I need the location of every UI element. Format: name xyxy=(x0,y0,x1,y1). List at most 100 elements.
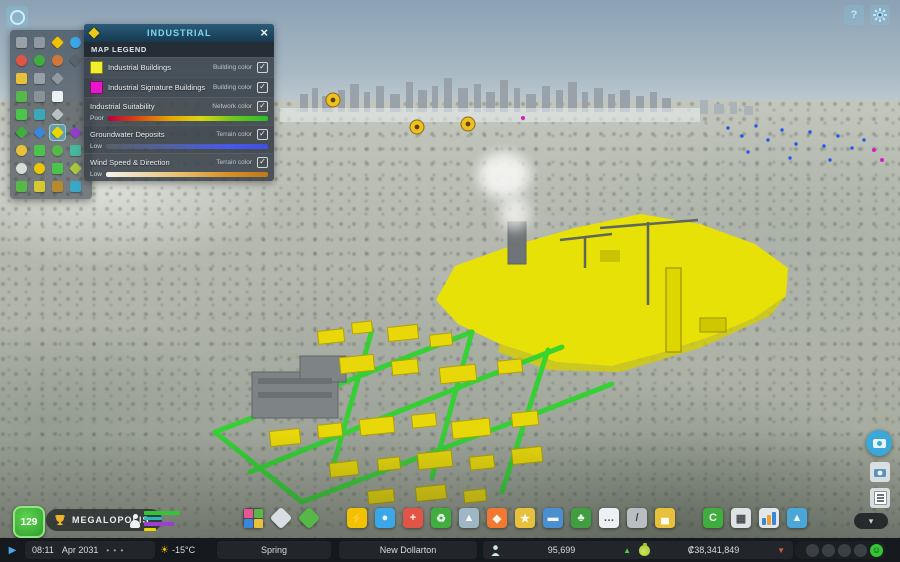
play-icon: ▶ xyxy=(9,545,17,556)
happiness-button[interactable]: ☺ xyxy=(870,544,883,557)
office-zones-infoview-button[interactable] xyxy=(68,125,83,140)
zoning-tool-button[interactable] xyxy=(243,508,263,528)
screenshot-button[interactable] xyxy=(870,462,890,482)
healthcare-service-button[interactable]: + xyxy=(403,508,423,528)
legend-checkbox[interactable]: ✓ xyxy=(257,62,268,73)
photo-mode-button[interactable] xyxy=(866,430,892,456)
natural-resources-infoview-button[interactable] xyxy=(68,53,83,68)
garbage-service-button[interactable]: ♻ xyxy=(431,508,451,528)
electricity-infoview-button[interactable] xyxy=(50,35,65,50)
fertile-land-infoview-button[interactable] xyxy=(14,179,29,194)
education-infoview-button[interactable] xyxy=(32,107,47,122)
transportation-infoview-button[interactable] xyxy=(14,89,29,104)
population-widget[interactable]: 95,699 ▲ xyxy=(483,541,639,559)
police-infoview-button[interactable] xyxy=(14,71,29,86)
season-value: Spring xyxy=(261,545,287,555)
settings-button[interactable] xyxy=(870,5,890,25)
livestock-infoview-button[interactable] xyxy=(50,179,65,194)
roads-infoview-button[interactable] xyxy=(32,35,47,50)
temperature-widget: ☀ -15°C xyxy=(160,541,195,559)
demand-bar xyxy=(144,522,174,526)
toolbar-collapse-button[interactable]: ▾ xyxy=(854,513,888,529)
xp-level-badge[interactable]: 129 xyxy=(13,506,45,538)
zoning-demand-widget[interactable] xyxy=(130,509,180,533)
infoviews-icon xyxy=(10,10,25,25)
statistics-panel-button[interactable] xyxy=(759,508,779,528)
alerts-button[interactable] xyxy=(854,544,867,557)
education-service-button[interactable]: ▲ xyxy=(459,508,479,528)
water-sewage-service-button[interactable]: ● xyxy=(375,508,395,528)
landscaping-tool-button[interactable] xyxy=(298,507,321,530)
legend-checkbox[interactable]: ✓ xyxy=(257,101,268,112)
close-icon[interactable]: × xyxy=(260,28,268,38)
welfare-infoview-button[interactable] xyxy=(32,161,47,176)
industrial-zones-infoview-button[interactable] xyxy=(50,125,65,140)
infoviews-toggle-button[interactable] xyxy=(6,6,28,28)
water-infoview-button[interactable] xyxy=(68,35,83,50)
map-tiles-panel-button[interactable]: ▦ xyxy=(731,508,751,528)
legend-item-label: Industrial Suitability xyxy=(90,102,207,111)
healthcare-infoview-button[interactable] xyxy=(14,53,29,68)
main-toolbar: ⚡ ● + ♻ ▲ ◆ ★ ▬ ♣ … / ▄ C ▦ ▲ xyxy=(243,508,807,528)
fields-infoview-button[interactable] xyxy=(32,179,47,194)
fire-rescue-service-button[interactable]: ◆ xyxy=(487,508,507,528)
forestry-icon xyxy=(69,162,82,175)
happiness-infoview-button[interactable] xyxy=(68,143,83,158)
communications-infoview-button[interactable] xyxy=(50,89,65,104)
help-button[interactable]: ? xyxy=(844,5,864,25)
farming-infoview-button[interactable] xyxy=(50,161,65,176)
landmarks-infoview-button[interactable] xyxy=(32,71,47,86)
progression-panel-button[interactable]: ▲ xyxy=(787,508,807,528)
citizen-icon xyxy=(130,514,140,528)
terrain-icon xyxy=(16,163,27,174)
police-service-button[interactable]: ★ xyxy=(515,508,535,528)
money-widget[interactable]: ₡38,341,849 ▼ xyxy=(631,541,793,559)
terraforming-tool-button[interactable]: / xyxy=(627,508,647,528)
chirper-button[interactable] xyxy=(822,544,835,557)
chevron-down-icon: ▾ xyxy=(869,516,874,527)
legend-checkbox[interactable]: ✓ xyxy=(257,82,268,93)
legend-checkbox[interactable]: ✓ xyxy=(257,129,268,140)
clock-widget[interactable]: 08:11 Apr 2031 • • • xyxy=(25,541,155,559)
legend-color-type: Building color xyxy=(213,64,252,71)
tools-infoview-button[interactable] xyxy=(50,107,65,122)
terrain-infoview-button[interactable] xyxy=(14,161,29,176)
garbage-infoview-button[interactable] xyxy=(32,53,47,68)
notifications-button[interactable] xyxy=(806,544,819,557)
camera-icon xyxy=(874,468,886,477)
legend-checkbox[interactable]: ✓ xyxy=(257,157,268,168)
communications-service-button[interactable]: … xyxy=(599,508,619,528)
messages-button[interactable] xyxy=(838,544,851,557)
progression-panel-icon: ▲ xyxy=(792,512,803,524)
residential-zones-infoview-button[interactable] xyxy=(14,125,29,140)
legend-low-label: Low xyxy=(90,171,102,178)
land-value-infoview-button[interactable] xyxy=(14,143,29,158)
vegetation-infoview-button[interactable] xyxy=(50,143,65,158)
city-name-widget[interactable]: New Dollarton xyxy=(339,541,477,559)
traffic-infoview-button[interactable] xyxy=(14,35,29,50)
electricity-service-button[interactable]: ⚡ xyxy=(347,508,367,528)
forestry-infoview-button[interactable] xyxy=(68,161,83,176)
play-pause-button[interactable]: ▶ xyxy=(4,542,21,558)
sim-speed-dots[interactable]: • • • xyxy=(106,546,124,555)
landmarks-tool-button[interactable]: ▄ xyxy=(655,508,675,528)
economy-panel-button[interactable]: C xyxy=(703,508,723,528)
money-value: ₡38,341,849 xyxy=(650,545,777,555)
roads-tool-button[interactable] xyxy=(270,507,293,530)
landmarks-icon xyxy=(34,73,45,84)
groundwater-infoview-button[interactable] xyxy=(68,179,83,194)
commercial-zones-infoview-button[interactable] xyxy=(32,125,47,140)
demand-bar xyxy=(144,528,156,532)
recreation-infoview-button[interactable] xyxy=(32,143,47,158)
roads-icon xyxy=(34,37,45,48)
transportation-service-button[interactable]: ▬ xyxy=(543,508,563,528)
cargo-infoview-button[interactable] xyxy=(32,89,47,104)
parks-service-button[interactable]: ♣ xyxy=(571,508,591,528)
legend-panel-header: INDUSTRIAL × xyxy=(84,24,274,42)
pollution-infoview-button[interactable] xyxy=(50,53,65,68)
hud-circle-buttons: ☺ xyxy=(794,541,886,559)
city-name-value: New Dollarton xyxy=(380,545,437,555)
vegetation-icon xyxy=(52,145,63,156)
air-transport-infoview-button[interactable] xyxy=(50,71,65,86)
parks-infoview-button[interactable] xyxy=(14,107,29,122)
